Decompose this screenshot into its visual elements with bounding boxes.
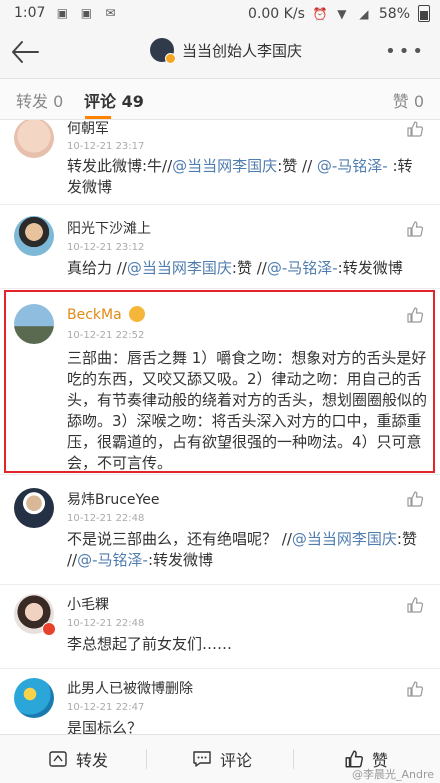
mail-notification-icon: ✉ bbox=[105, 6, 116, 20]
commenter-name[interactable]: BeckMa bbox=[67, 306, 146, 323]
watermark: @李晨光_Andre bbox=[351, 768, 434, 781]
tab-comments[interactable]: 评论 49 bbox=[84, 88, 144, 112]
thumbs-up-icon[interactable] bbox=[406, 596, 424, 614]
wifi-icon: ▼ bbox=[337, 6, 347, 21]
active-tab-indicator bbox=[85, 116, 111, 119]
mention-link[interactable]: @-马铭泽- bbox=[267, 259, 338, 277]
commenter-name[interactable]: 易炜BruceYee bbox=[67, 489, 159, 509]
commenter-name[interactable]: 小毛粿 bbox=[67, 594, 109, 614]
battery-level: 58% bbox=[378, 5, 410, 22]
comment-time: 10-12-21 22:47 bbox=[67, 702, 145, 713]
list-item: 小毛粿 10-12-21 22:48 李总想起了前女友们…… bbox=[0, 586, 440, 669]
divider bbox=[293, 749, 294, 769]
back-arrow-icon bbox=[12, 41, 39, 63]
list-item: 何朝军 10-12-21 23:17 转发此微博:牛//@当当网李国庆:赞 //… bbox=[0, 120, 440, 205]
avatar bbox=[150, 38, 176, 64]
network-speed: 0.00 K/s bbox=[248, 5, 305, 22]
commenter-name[interactable]: 阳光下沙滩上 bbox=[67, 218, 151, 238]
comment-time: 10-12-21 23:17 bbox=[67, 141, 145, 152]
list-item: 阳光下沙滩上 10-12-21 23:12 真给力 //@当当网李国庆:赞 //… bbox=[0, 204, 440, 289]
weibo-author[interactable]: 当当创始人李国庆 bbox=[150, 38, 303, 64]
comment-list: 何朝军 10-12-21 23:17 转发此微博:牛//@当当网李国庆:赞 //… bbox=[0, 120, 440, 734]
tab-repost[interactable]: 转发 0 bbox=[16, 88, 63, 112]
mention-link[interactable]: @-马铭泽- bbox=[317, 157, 388, 175]
comment-time: 10-12-21 22:52 bbox=[67, 330, 145, 341]
back-button[interactable] bbox=[10, 38, 40, 66]
clock: 1:07 bbox=[14, 5, 46, 21]
comment-time: 10-12-21 23:12 bbox=[67, 242, 145, 253]
comment-text: 李总想起了前女友们…… bbox=[67, 635, 233, 653]
avatar[interactable] bbox=[14, 120, 54, 158]
tab-bar: 转发 0 评论 49 赞 0 bbox=[0, 79, 440, 120]
image-notification-icon: ▣ bbox=[80, 6, 93, 20]
divider bbox=[146, 749, 147, 769]
comment-time: 10-12-21 22:48 bbox=[67, 618, 145, 629]
signal-icon: ◢ bbox=[359, 6, 369, 21]
bottom-action-bar: 转发 评论 赞 @李晨光_Andre bbox=[0, 734, 440, 783]
comment-button[interactable]: 评论 bbox=[192, 747, 252, 771]
list-item: 此男人已被微博删除 10-12-21 22:47 是国标么？ bbox=[0, 670, 440, 734]
thumbs-up-icon[interactable] bbox=[406, 680, 424, 698]
alarm-icon: ⏰ bbox=[312, 6, 328, 21]
comment-time: 10-12-21 22:48 bbox=[67, 513, 145, 524]
commenter-name[interactable]: 何朝军 bbox=[67, 120, 109, 138]
avatar[interactable] bbox=[14, 216, 54, 256]
comment-text: 是国标么？ bbox=[67, 719, 143, 734]
thumbs-up-icon[interactable] bbox=[406, 120, 424, 138]
repost-icon bbox=[49, 751, 67, 767]
navigation-bar: 当当创始人李国庆 ••• bbox=[0, 26, 440, 79]
thumbs-up-icon[interactable] bbox=[406, 220, 424, 238]
thumbs-up-icon[interactable] bbox=[406, 490, 424, 508]
vip-emoji-icon bbox=[129, 306, 146, 322]
battery-icon bbox=[418, 5, 430, 22]
image-notification-icon: ▣ bbox=[56, 6, 69, 20]
comment-text: 三部曲：唇舌之舞 1）嚼食之吻：想象对方的舌头是好吃的东西，又咬又舔又吸。2）律… bbox=[67, 349, 428, 472]
thumbs-up-icon[interactable] bbox=[406, 306, 424, 324]
commenter-name[interactable]: 此男人已被微博删除 bbox=[67, 678, 193, 698]
comment-text: 不是说三部曲么，还有绝唱呢？ //@当当网李国庆:赞 //@-马铭泽-:转发微博 bbox=[67, 530, 417, 569]
avatar[interactable] bbox=[14, 304, 54, 344]
membership-badge-icon bbox=[42, 622, 56, 636]
comment-text: 真给力 //@当当网李国庆:赞 //@-马铭泽-:转发微博 bbox=[67, 259, 403, 277]
mention-link[interactable]: @当当网李国庆 bbox=[172, 157, 277, 175]
mention-link[interactable]: @当当网李国庆 bbox=[127, 259, 232, 277]
comment-text: 转发此微博:牛//@当当网李国庆:赞 // @-马铭泽- :转发微博 bbox=[67, 157, 413, 196]
avatar[interactable] bbox=[14, 488, 54, 528]
tab-likes[interactable]: 赞 0 bbox=[393, 88, 424, 112]
list-item: 易炜BruceYee 10-12-21 22:48 不是说三部曲么，还有绝唱呢？… bbox=[0, 476, 440, 585]
status-bar: 1:07 ▣ ▣ ✉ 0.00 K/s ⏰ ▼ ◢ 58% bbox=[0, 0, 440, 26]
comment-icon bbox=[193, 751, 211, 767]
mention-link[interactable]: @-马铭泽- bbox=[77, 551, 148, 569]
list-item: BeckMa 10-12-21 22:52 三部曲：唇舌之舞 1）嚼食之吻：想象… bbox=[0, 290, 440, 475]
page-title: 当当创始人李国庆 bbox=[182, 41, 303, 60]
more-options-icon[interactable]: ••• bbox=[385, 43, 426, 61]
repost-button[interactable]: 转发 bbox=[48, 747, 108, 771]
mention-link[interactable]: @当当网李国庆 bbox=[292, 530, 397, 548]
avatar[interactable] bbox=[14, 678, 54, 718]
